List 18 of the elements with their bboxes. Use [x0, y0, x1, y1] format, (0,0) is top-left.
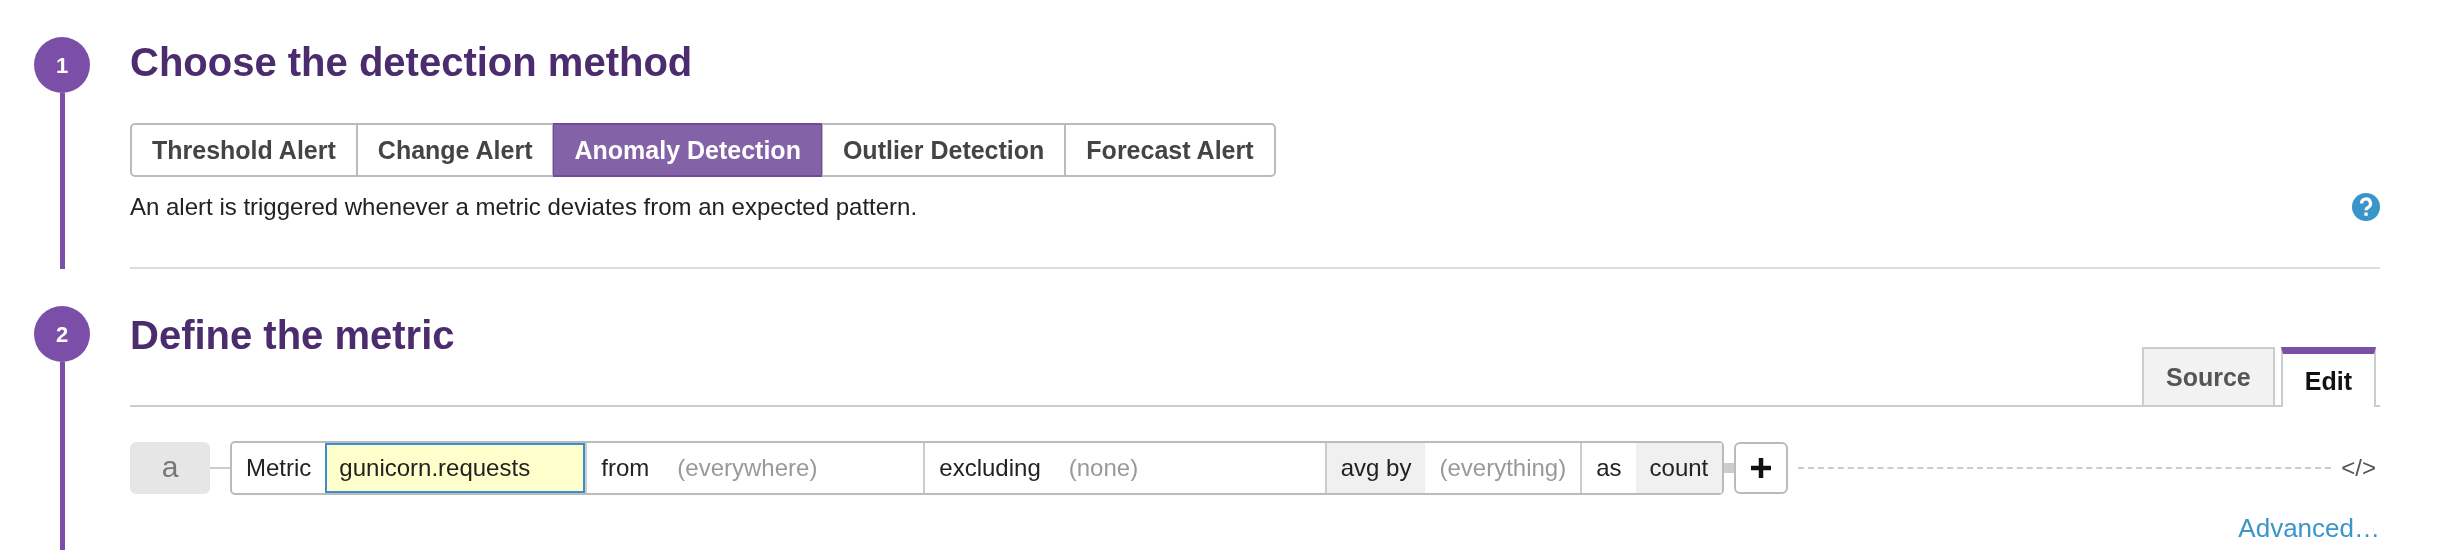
connector-knob: [1724, 463, 1735, 473]
method-tab[interactable]: Change Alert: [356, 123, 554, 177]
method-tab[interactable]: Anomaly Detection: [553, 123, 822, 177]
method-tab[interactable]: Forecast Alert: [1065, 123, 1276, 177]
step-number: 1: [34, 37, 90, 93]
editor-tab[interactable]: Source: [2142, 347, 2275, 405]
step-number: 2: [34, 306, 90, 362]
help-icon[interactable]: [2352, 193, 2380, 221]
step-title: Choose the detection method: [130, 39, 694, 86]
query-label: a: [130, 442, 210, 494]
description: An alert is triggered whenever a metric deviates from an expected pattern.: [130, 192, 918, 222]
code-toggle[interactable]: </>: [2341, 450, 2376, 486]
step-title: Define the metric: [130, 312, 455, 359]
editor-tab[interactable]: Edit: [2280, 347, 2376, 407]
method-tab[interactable]: Outlier Detection: [821, 123, 1066, 177]
add-button[interactable]: [1734, 442, 1789, 494]
plus-icon: [1750, 457, 1773, 479]
method-tab[interactable]: Threshold Alert: [130, 123, 357, 177]
